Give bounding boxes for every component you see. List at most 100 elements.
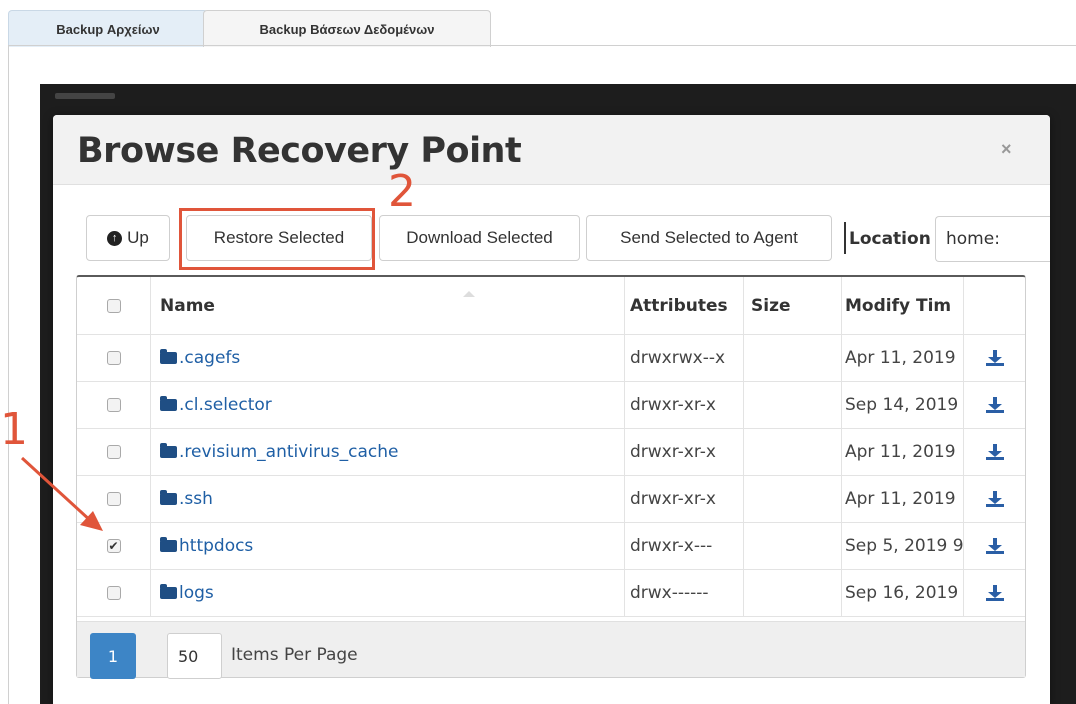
folder-name-link[interactable]: .cagefs: [179, 348, 240, 368]
attributes-cell: drwxr-xr-x: [624, 382, 743, 428]
modal-title: Browse Recovery Point: [77, 131, 522, 171]
attributes-cell: drwxrwx--x: [624, 335, 743, 381]
name-cell[interactable]: .revisium_antivirus_cache: [150, 429, 624, 475]
tab-database-backup[interactable]: Backup Βάσεων Δεδομένων: [203, 10, 491, 47]
download-selected-button[interactable]: Download Selected: [379, 215, 580, 261]
folder-icon: [160, 537, 177, 552]
row-checkbox-checked[interactable]: ✔: [106, 539, 121, 553]
location-input[interactable]: home:: [935, 216, 1050, 262]
select-all-cell: [77, 277, 150, 334]
row-checkbox[interactable]: [106, 586, 121, 600]
column-header-size[interactable]: Size: [743, 277, 841, 334]
folder-icon: [160, 349, 177, 364]
download-icon[interactable]: [985, 491, 1004, 507]
column-header-modify-time[interactable]: Modify Tim: [841, 277, 963, 334]
tab-bar: Backup Αρχείων Backup Βάσεων Δεδομένων: [0, 0, 1076, 47]
table-row: .revisium_antivirus_cache drwxr-xr-x Apr…: [77, 429, 1025, 476]
backdrop-menu-bar: [55, 93, 115, 99]
annotation-label-1: 1: [0, 404, 28, 455]
file-table: Name Attributes Size Modify Tim .cagefs …: [76, 275, 1026, 679]
table-row: .cagefs drwxrwx--x Apr 11, 2019: [77, 335, 1025, 382]
download-cell: [963, 523, 1025, 569]
size-cell: [743, 476, 841, 522]
row-checkbox-cell: [77, 382, 150, 428]
size-cell: [743, 570, 841, 616]
annotation-highlight-box: [179, 208, 375, 270]
row-checkbox[interactable]: [106, 445, 121, 459]
page-1-button[interactable]: 1: [90, 633, 136, 679]
folder-icon: [160, 396, 177, 411]
row-checkbox[interactable]: [106, 492, 121, 506]
size-cell: [743, 429, 841, 475]
download-icon[interactable]: [985, 350, 1004, 366]
arrow-up-circle-icon: ↑: [107, 230, 123, 246]
column-header-attributes[interactable]: Attributes: [624, 277, 743, 334]
folder-icon: [160, 490, 177, 505]
browse-recovery-point-modal: Browse Recovery Point × ↑ Up Restore Sel…: [53, 115, 1050, 704]
table-row: .cl.selector drwxr-xr-x Sep 14, 2019: [77, 382, 1025, 429]
folder-name-link[interactable]: .revisium_antivirus_cache: [179, 442, 399, 462]
row-checkbox-cell: [77, 429, 150, 475]
download-icon[interactable]: [985, 397, 1004, 413]
size-cell: [743, 335, 841, 381]
modify-time-cell: Apr 11, 2019: [841, 429, 963, 475]
sort-caret-icon: [463, 291, 475, 297]
download-cell: [963, 335, 1025, 381]
table-row: logs drwx------ Sep 16, 2019: [77, 570, 1025, 617]
close-icon[interactable]: ×: [1001, 139, 1012, 160]
name-cell[interactable]: .ssh: [150, 476, 624, 522]
folder-name-link[interactable]: httpdocs: [179, 536, 253, 556]
name-cell[interactable]: httpdocs: [150, 523, 624, 569]
row-checkbox-cell: ✔: [77, 523, 150, 569]
name-cell[interactable]: logs: [150, 570, 624, 616]
download-icon[interactable]: [985, 585, 1004, 601]
select-all-checkbox[interactable]: [106, 298, 121, 313]
tab-file-backup[interactable]: Backup Αρχείων: [8, 10, 208, 47]
folder-name-link[interactable]: .cl.selector: [179, 395, 272, 415]
up-button[interactable]: ↑ Up: [86, 215, 170, 261]
download-cell: [963, 570, 1025, 616]
attributes-cell: drwxr-x---: [624, 523, 743, 569]
annotation-label-2: 2: [388, 166, 416, 217]
row-checkbox-cell: [77, 476, 150, 522]
size-cell: [743, 382, 841, 428]
row-checkbox[interactable]: [106, 398, 121, 412]
size-cell: [743, 523, 841, 569]
folder-name-link[interactable]: .ssh: [179, 489, 213, 509]
attributes-cell: drwx------: [624, 570, 743, 616]
modify-time-cell: Sep 5, 2019 9: [841, 523, 963, 569]
modify-time-cell: Apr 11, 2019: [841, 335, 963, 381]
modal-header: Browse Recovery Point ×: [53, 115, 1050, 185]
row-checkbox[interactable]: [106, 351, 121, 365]
name-cell[interactable]: .cl.selector: [150, 382, 624, 428]
column-header-actions: [963, 277, 1025, 334]
name-cell[interactable]: .cagefs: [150, 335, 624, 381]
folder-name-link[interactable]: logs: [179, 583, 214, 603]
table-header-row: Name Attributes Size Modify Tim: [77, 277, 1025, 335]
attributes-cell: drwxr-xr-x: [624, 429, 743, 475]
modify-time-cell: Sep 16, 2019: [841, 570, 963, 616]
table-footer: 1 50 Items Per Page: [77, 621, 1025, 679]
download-cell: [963, 382, 1025, 428]
items-per-page-input[interactable]: 50: [167, 633, 222, 679]
items-per-page-label: Items Per Page: [231, 645, 358, 665]
folder-icon: [160, 584, 177, 599]
location-label: Location: [849, 229, 931, 249]
column-header-name[interactable]: Name: [150, 277, 624, 334]
row-checkbox-cell: [77, 335, 150, 381]
folder-icon: [160, 443, 177, 458]
attributes-cell: drwxr-xr-x: [624, 476, 743, 522]
send-selected-to-agent-button[interactable]: Send Selected to Agent: [586, 215, 832, 261]
download-icon[interactable]: [985, 444, 1004, 460]
download-icon[interactable]: [985, 538, 1004, 554]
modify-time-cell: Sep 14, 2019: [841, 382, 963, 428]
table-row: .ssh drwxr-xr-x Apr 11, 2019: [77, 476, 1025, 523]
download-cell: [963, 476, 1025, 522]
up-button-label: Up: [127, 228, 149, 247]
download-cell: [963, 429, 1025, 475]
location-separator: [844, 222, 846, 254]
row-checkbox-cell: [77, 570, 150, 616]
modify-time-cell: Apr 11, 2019: [841, 476, 963, 522]
table-row: ✔ httpdocs drwxr-x--- Sep 5, 2019 9: [77, 523, 1025, 570]
column-header-name-label: Name: [160, 295, 215, 316]
